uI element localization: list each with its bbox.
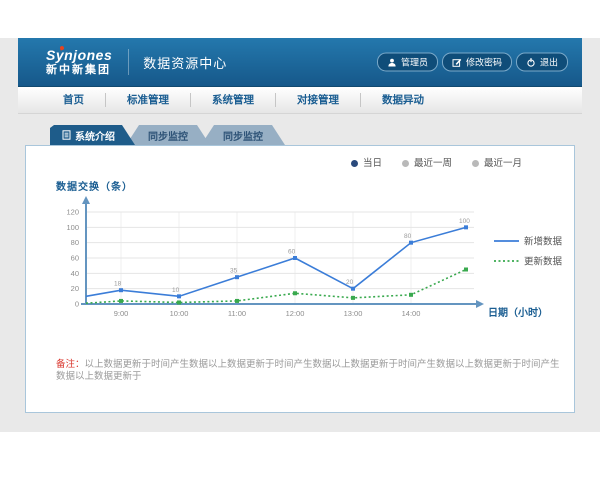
nav-item-data-change[interactable]: 数据异动 xyxy=(360,93,445,108)
content-area: 系统介绍 同步监控 同步监控 当日 最近一周 最近一月 数据交换（条） 0 20 40 60 8… xyxy=(18,114,582,413)
header-actions: 管理员 修改密码 退出 xyxy=(377,53,568,72)
document-icon xyxy=(62,130,71,140)
svg-text:18: 18 xyxy=(114,280,122,287)
svg-text:9:00: 9:00 xyxy=(114,309,129,318)
nav-item-home[interactable]: 首页 xyxy=(42,93,105,108)
svg-text:新增数据: 新增数据 xyxy=(524,235,563,247)
change-password-label: 修改密码 xyxy=(466,56,502,69)
logo-subtitle: 新中新集团 xyxy=(46,64,112,76)
tab-label: 同步监控 xyxy=(223,128,263,143)
svg-text:40: 40 xyxy=(71,268,79,277)
svg-text:12:00: 12:00 xyxy=(286,309,305,318)
admin-user-label: 管理员 xyxy=(401,56,428,69)
svg-text:100: 100 xyxy=(459,217,470,224)
svg-text:120: 120 xyxy=(66,207,79,216)
logo-name: Synjones xyxy=(46,48,112,63)
svg-text:60: 60 xyxy=(288,248,296,255)
tab-sync-monitor-2[interactable]: 同步监控 xyxy=(201,125,285,145)
radio-label: 当日 xyxy=(363,159,382,169)
svg-text:10: 10 xyxy=(172,286,180,293)
svg-text:日期（小时）: 日期（小时） xyxy=(488,306,548,319)
page-background: { "header": { "logo_name": "Synjones", "… xyxy=(0,38,600,488)
footnote-label: 备注： xyxy=(56,359,85,370)
tab-label: 系统介绍 xyxy=(75,128,115,143)
logout-label: 退出 xyxy=(540,56,558,69)
footnote-text: 以上数据更新于时间产生数据以上数据更新于时间产生数据以上数据更新于时间产生数据以… xyxy=(56,359,560,382)
change-password-button[interactable]: 修改密码 xyxy=(442,53,512,72)
tab-label: 同步监控 xyxy=(148,128,188,143)
chart-panel: 当日 最近一周 最近一月 数据交换（条） 0 20 40 60 80 100 120 9:00 10… xyxy=(25,145,575,413)
radio-icon xyxy=(472,160,479,167)
svg-text:60: 60 xyxy=(71,253,79,262)
svg-text:11:00: 11:00 xyxy=(228,309,246,318)
time-filter-group: 当日 最近一周 最近一月 xyxy=(26,159,522,169)
svg-text:20: 20 xyxy=(346,279,354,286)
nav-item-interface-management[interactable]: 对接管理 xyxy=(275,93,360,108)
line-chart: 0 20 40 60 80 100 120 9:00 10:00 11:00 12:00 13:00 1… xyxy=(26,195,571,327)
y-axis-title: 数据交换（条） xyxy=(56,178,574,193)
svg-text:35: 35 xyxy=(230,267,238,274)
person-icon xyxy=(387,57,397,67)
footnote: 备注：以上数据更新于时间产生数据以上数据更新于时间产生数据以上数据更新于时间产生… xyxy=(56,359,574,384)
svg-text:10:00: 10:00 xyxy=(170,309,189,318)
nav-item-system-management[interactable]: 系统管理 xyxy=(190,93,275,108)
svg-text:100: 100 xyxy=(66,222,79,231)
site-background: Synjones 新中新集团 数据资源中心 管理员 修改密码 退出 首页标准 xyxy=(0,38,600,432)
time-filter-option-0[interactable]: 当日 xyxy=(351,159,382,169)
time-filter-option-1[interactable]: 最近一周 xyxy=(402,159,452,169)
edit-icon xyxy=(452,57,462,67)
radio-icon xyxy=(351,160,358,167)
svg-text:更新数据: 更新数据 xyxy=(524,255,563,267)
svg-text:20: 20 xyxy=(71,284,79,293)
svg-text:80: 80 xyxy=(404,233,412,240)
tab-sync-monitor-1[interactable]: 同步监控 xyxy=(126,125,210,145)
logout-button[interactable]: 退出 xyxy=(516,53,568,72)
svg-text:14:00: 14:00 xyxy=(402,309,421,318)
logo: Synjones 新中新集团 xyxy=(46,48,112,75)
nav-item-standard-management[interactable]: 标准管理 xyxy=(105,93,190,108)
page: Synjones 新中新集团 数据资源中心 管理员 修改密码 退出 首页标准 xyxy=(18,38,582,413)
time-filter-option-2[interactable]: 最近一月 xyxy=(472,159,522,169)
page-title: 数据资源中心 xyxy=(128,49,227,75)
tab-bar: 系统介绍 同步监控 同步监控 xyxy=(50,125,582,145)
main-navbar: 首页标准管理系统管理对接管理数据异动 xyxy=(18,87,582,114)
svg-text:0: 0 xyxy=(75,299,79,308)
app-header: Synjones 新中新集团 数据资源中心 管理员 修改密码 退出 xyxy=(18,38,582,87)
tab-system-intro[interactable]: 系统介绍 xyxy=(50,125,135,145)
radio-icon xyxy=(402,160,409,167)
power-icon xyxy=(526,57,536,67)
radio-label: 最近一月 xyxy=(484,159,522,169)
radio-label: 最近一周 xyxy=(414,159,452,169)
admin-user-button[interactable]: 管理员 xyxy=(377,53,438,72)
svg-text:80: 80 xyxy=(71,238,79,247)
svg-text:13:00: 13:00 xyxy=(344,309,363,318)
